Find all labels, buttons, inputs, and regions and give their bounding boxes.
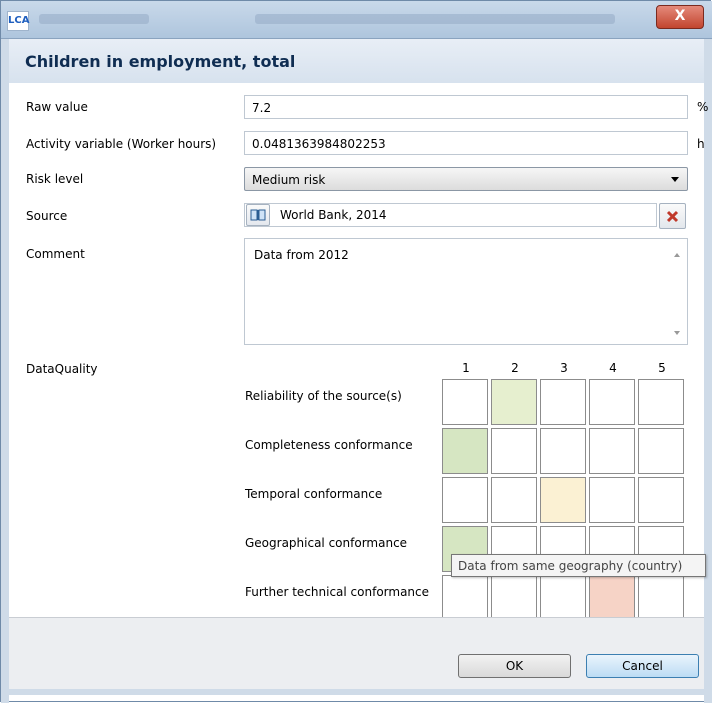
data-quality-cell[interactable] [589,575,635,621]
data-quality-row-label: Temporal conformance [245,487,383,501]
window-frame-right [704,39,712,703]
data-quality-cell[interactable] [589,428,635,474]
remove-source-button[interactable] [659,203,686,229]
title-text-blurred [39,14,149,24]
data-quality-cell[interactable] [589,379,635,425]
data-quality-cell[interactable] [638,477,684,523]
data-quality-cell[interactable] [638,428,684,474]
dialog-window: LCA X Children in employment, total Raw … [0,0,712,703]
data-quality-column-header: 4 [609,361,617,375]
data-quality-cell[interactable] [638,575,684,621]
tooltip: Data from same geography (country) [451,554,706,577]
chevron-down-icon [671,177,679,182]
data-quality-cell[interactable] [638,379,684,425]
data-quality-row-label: Reliability of the source(s) [245,389,402,403]
raw-value-unit: % [697,100,709,114]
ok-button[interactable]: OK [458,654,571,678]
data-quality-column-header: 5 [658,361,666,375]
data-quality-row-label: Further technical conformance [245,585,430,599]
open-source-button[interactable] [246,204,270,226]
data-quality-column-header: 2 [511,361,519,375]
source-value: World Bank, 2014 [280,208,387,222]
scroll-down-icon[interactable] [674,331,680,335]
data-quality-cell[interactable] [589,477,635,523]
data-quality-cell[interactable] [491,428,537,474]
remove-icon [666,210,679,223]
data-quality-cell[interactable] [442,428,488,474]
comment-text: Data from 2012 [254,248,349,262]
title-bar[interactable]: LCA X [1,1,712,39]
window-frame-left [1,39,9,703]
data-quality-column-header: 3 [560,361,568,375]
data-quality-column-header: 1 [462,361,470,375]
comment-label: Comment [26,247,85,261]
data-quality-row-label: Geographical conformance [245,536,408,550]
cancel-button[interactable]: Cancel [586,654,699,678]
app-logo-icon: LCA [7,11,29,31]
source-label: Source [26,209,68,223]
data-quality-cell[interactable] [442,477,488,523]
title-text-blurred [255,14,615,24]
data-quality-row-label: Completeness conformance [245,438,413,452]
data-quality-cell[interactable] [540,477,586,523]
close-button[interactable]: X [656,5,704,29]
window-frame-bottom [9,689,704,695]
data-quality-cell[interactable] [491,477,537,523]
data-quality-cell[interactable] [442,379,488,425]
data-quality-cell[interactable] [442,575,488,621]
risk-level-label: Risk level [26,172,84,186]
raw-value-label: Raw value [26,100,88,114]
form-header: Children in employment, total [9,39,704,84]
data-quality-cell[interactable] [540,575,586,621]
data-quality-cell[interactable] [491,575,537,621]
data-quality-label: DataQuality [26,362,98,376]
activity-variable-input[interactable]: 0.0481363984802253 [244,131,688,155]
book-icon [250,209,266,221]
scroll-up-icon[interactable] [674,253,680,257]
activity-variable-label: Activity variable (Worker hours) [26,137,217,151]
risk-level-selected: Medium risk [252,173,326,187]
data-quality-cell[interactable] [540,379,586,425]
page-title: Children in employment, total [25,52,296,71]
risk-level-dropdown[interactable]: Medium risk [244,167,688,191]
raw-value-input[interactable]: 7.2 [244,95,688,119]
comment-textarea[interactable]: Data from 2012 [244,238,688,345]
data-quality-cell[interactable] [540,428,586,474]
activity-variable-unit: h [697,137,705,151]
data-quality-cell[interactable] [491,379,537,425]
